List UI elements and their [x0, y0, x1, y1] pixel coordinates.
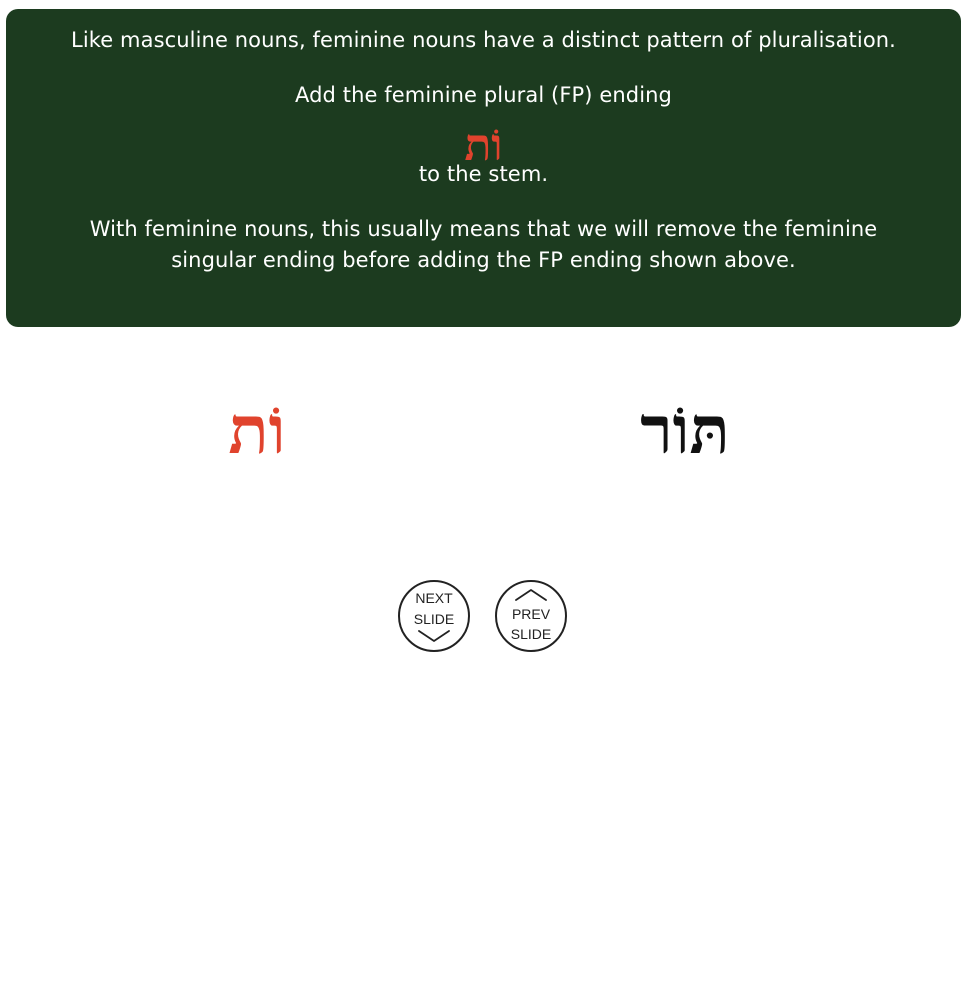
next-label-1: NEXT [415, 590, 453, 606]
prev-slide-button[interactable]: PREV SLIDE [495, 580, 567, 652]
add-ending-text: Add the feminine plural (FP) ending [295, 83, 672, 107]
instruction-panel: Like masculine nouns, feminine nouns hav… [6, 9, 961, 327]
to-stem-text: to the stem. [418, 162, 549, 186]
explanation-text: With feminine nouns, this usually means … [89, 217, 878, 272]
chevron-up-icon [515, 589, 547, 601]
next-slide-button[interactable]: NEXT SLIDE [398, 580, 470, 652]
next-label-2: SLIDE [413, 611, 455, 627]
prev-label-2: SLIDE [510, 626, 552, 642]
prev-label-1: PREV [511, 606, 551, 622]
hebrew-word: תּוֹר [640, 391, 730, 469]
intro-text: Like masculine nouns, feminine nouns hav… [71, 28, 896, 52]
fp-suffix: וֹת [228, 391, 286, 469]
chevron-down-icon [418, 630, 450, 642]
